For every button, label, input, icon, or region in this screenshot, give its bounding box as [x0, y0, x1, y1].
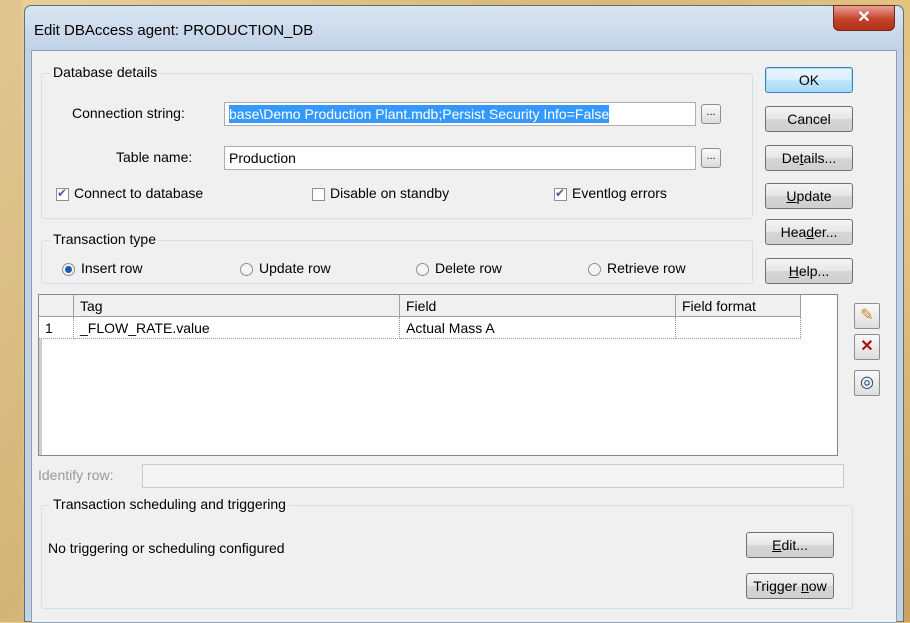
- grid-cell-field[interactable]: Actual Mass A: [400, 317, 676, 339]
- table-name-value: Production: [229, 150, 296, 166]
- grid-header-format[interactable]: Field format: [676, 295, 801, 317]
- header-button[interactable]: Header...: [765, 219, 853, 245]
- identify-row-field[interactable]: [142, 464, 844, 488]
- delete-row-label: Delete row: [435, 260, 502, 276]
- retrieve-row-radio[interactable]: [588, 263, 601, 276]
- update-row-radio[interactable]: [240, 263, 253, 276]
- dialog-client-area: Database details Connection string: base…: [31, 50, 897, 623]
- disable-on-standby-checkbox[interactable]: [312, 188, 325, 201]
- scheduling-legend: Transaction scheduling and triggering: [50, 496, 289, 512]
- dialog-window: Edit DBAccess agent: PRODUCTION_DB ✕ Dat…: [24, 5, 904, 623]
- help-button[interactable]: Help...: [765, 258, 853, 284]
- grid-row-number[interactable]: 1: [39, 317, 74, 339]
- new-row-icon: ✎: [860, 307, 874, 324]
- transaction-type-legend: Transaction type: [50, 231, 159, 247]
- ok-button[interactable]: OK: [765, 67, 853, 93]
- trigger-now-button[interactable]: Trigger now: [746, 573, 834, 599]
- grid-cell-tag[interactable]: _FLOW_RATE.value: [74, 317, 400, 339]
- connect-to-database-checkbox[interactable]: [56, 186, 69, 201]
- scheduling-status: No triggering or scheduling configured: [48, 540, 285, 556]
- tag-grid[interactable]: Tag Field Field format 1 _FLOW_RATE.valu…: [38, 294, 838, 456]
- close-button[interactable]: ✕: [833, 5, 895, 31]
- scheduling-group: Transaction scheduling and triggering No…: [41, 496, 853, 609]
- delete-row-radio[interactable]: [416, 263, 429, 276]
- database-details-legend: Database details: [50, 64, 161, 80]
- eventlog-errors-checkbox[interactable]: [554, 186, 567, 201]
- insert-row-label: Insert row: [81, 260, 143, 276]
- insert-row-radio[interactable]: [62, 263, 75, 276]
- grid-corner-cell: [39, 295, 74, 317]
- disable-on-standby-label: Disable on standby: [330, 185, 450, 201]
- delete-row-icon: ✕: [860, 338, 874, 355]
- cancel-button[interactable]: Cancel: [765, 106, 853, 132]
- connection-string-value: base\Demo Production Plant.mdb;Persist S…: [229, 105, 610, 123]
- connect-to-database-label: Connect to database: [74, 185, 204, 201]
- gauge-button[interactable]: ◎: [854, 370, 880, 396]
- details-button[interactable]: Details...: [765, 145, 853, 171]
- delete-row-button[interactable]: ✕: [854, 334, 880, 360]
- dialog-title: Edit DBAccess agent: PRODUCTION_DB: [34, 22, 314, 39]
- connection-string-field[interactable]: base\Demo Production Plant.mdb;Persist S…: [224, 102, 696, 126]
- grid-cell-format[interactable]: [676, 317, 801, 339]
- table-browse-button[interactable]: ...: [701, 148, 721, 168]
- connection-string-label: Connection string:: [72, 105, 185, 121]
- retrieve-row-label: Retrieve row: [607, 260, 686, 276]
- grid-header-tag[interactable]: Tag: [74, 295, 400, 317]
- update-row-label: Update row: [259, 260, 331, 276]
- transaction-type-group: Transaction type Insert row Update row D…: [41, 231, 753, 284]
- background-desktop: [0, 0, 22, 622]
- close-icon: ✕: [857, 9, 871, 26]
- table-name-label: Table name:: [116, 149, 193, 165]
- table-name-field[interactable]: Production: [224, 146, 696, 170]
- grid-empty-area-left: [39, 339, 42, 455]
- identify-row-label: Identify row:: [38, 467, 114, 483]
- database-details-group: Database details Connection string: base…: [41, 64, 753, 219]
- connection-browse-button[interactable]: ...: [701, 104, 721, 124]
- title-bar: Edit DBAccess agent: PRODUCTION_DB ✕: [25, 5, 903, 50]
- eventlog-errors-label: Eventlog errors: [572, 185, 667, 201]
- new-row-button[interactable]: ✎: [854, 303, 880, 329]
- edit-schedule-button[interactable]: Edit...: [746, 532, 834, 558]
- gauge-icon: ◎: [860, 374, 874, 391]
- grid-header-field[interactable]: Field: [400, 295, 676, 317]
- update-button[interactable]: Update: [765, 183, 853, 209]
